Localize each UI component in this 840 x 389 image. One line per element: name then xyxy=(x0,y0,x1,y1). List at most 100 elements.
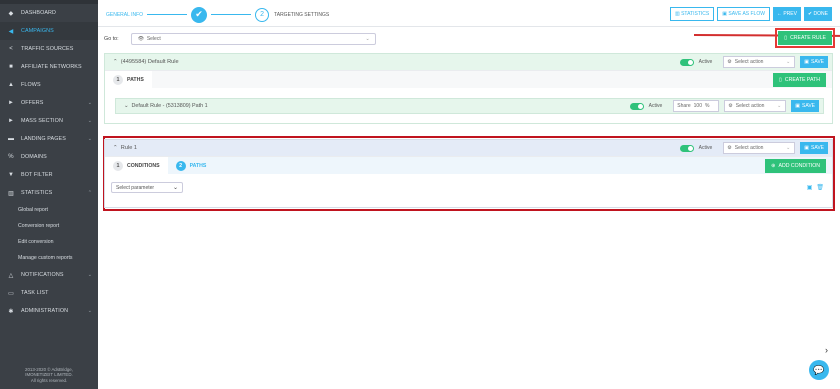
sidebar-item-label: OFFERS xyxy=(21,100,44,106)
chevron-down-icon: ⌄ xyxy=(124,103,132,109)
sidebar-item-domains[interactable]: % DOMAINS xyxy=(0,148,98,166)
sidebar-item-statistics[interactable]: ▥ STATISTICS ⌃ xyxy=(0,184,98,202)
save-path-button[interactable]: ▣ SAVE xyxy=(791,100,819,112)
path-row[interactable]: ⌄ Default Rule - (5313809) Path 1 Active… xyxy=(115,98,824,114)
share-input[interactable]: Share 100% xyxy=(673,100,720,112)
sidebar-item-mass-section[interactable]: ► MASS SECTION ⌄ xyxy=(0,112,98,130)
sidebar-item-task-list[interactable]: ▭ TASK LIST xyxy=(0,284,98,302)
wizard-step-targeting-settings[interactable]: TARGETING SETTINGS xyxy=(274,12,329,18)
tab-conditions[interactable]: 1 CONDITIONS xyxy=(105,156,168,175)
campaigns-icon: ◀ xyxy=(8,28,14,35)
sidebar-item-affiliate-networks[interactable]: ■ AFFILIATE NETWORKS xyxy=(0,58,98,76)
statistics-button[interactable]: ▥ STATISTICS xyxy=(669,7,715,21)
chevron-down-icon: ⌄ xyxy=(87,118,92,124)
select-parameter-value: Select parameter xyxy=(116,184,155,191)
share-value: 100 xyxy=(693,103,702,109)
tab-number: 2 xyxy=(175,160,186,171)
goto-label: Go to: xyxy=(104,36,119,42)
statistics-button-label: STATISTICS xyxy=(681,11,710,17)
briefcase-icon: ■ xyxy=(9,64,13,70)
save-icon: ▣ xyxy=(795,103,801,109)
sidebar-item-label: LANDING PAGES xyxy=(21,136,66,142)
active-toggle[interactable] xyxy=(679,144,694,152)
chevron-up-icon: ⌃ xyxy=(113,145,121,151)
add-condition-button[interactable]: ⊕ ADD CONDITION xyxy=(765,159,826,173)
sidebar-footer: 2013-2020 © AdsBridge, IMONETIZEIT LIMIT… xyxy=(0,367,98,383)
select-action-dropdown[interactable]: ⚙ Select action ⌄ xyxy=(723,142,796,154)
wizard-step-line xyxy=(147,14,188,15)
gear-icon: ✱ xyxy=(8,308,14,315)
sidebar-item-dashboard[interactable]: ◆ DASHBOARD xyxy=(0,4,98,22)
save-label: SAVE xyxy=(811,145,824,151)
sidebar-subitem-conversion-report[interactable]: Conversion report xyxy=(0,218,98,234)
chat-icon[interactable]: 💬 xyxy=(809,360,829,380)
path-title: Default Rule - (5313809) Path 1 xyxy=(131,103,208,109)
create-rule-label: CREATE RULE xyxy=(790,35,826,41)
bar-chart-icon: ▥ xyxy=(8,190,14,197)
tab-label: PATHS xyxy=(127,76,144,83)
active-toggle[interactable] xyxy=(679,58,694,66)
default-rule-tabs: 1 PATHS ▯ CREATE PATH xyxy=(105,70,832,89)
check-icon: ✔ xyxy=(191,6,208,23)
sidebar-item-campaigns[interactable]: ◀ CAMPAIGNS xyxy=(0,22,98,40)
sidebar-item-label: DOMAINS xyxy=(21,154,47,160)
prev-button[interactable]: ← PREV xyxy=(772,7,801,21)
footer-line: All rights reserved. xyxy=(30,377,68,383)
sidebar-item-offers[interactable]: ► OFFERS ⌄ xyxy=(0,94,98,112)
sidebar: ◆ DASHBOARD ◀ CAMPAIGNS < TRAFFIC SOURCES ■… xyxy=(0,0,98,389)
active-label: Active xyxy=(698,59,713,65)
sidebar-subitem-custom-reports[interactable]: Manage custom reports xyxy=(0,250,98,266)
sidebar-item-bot-filter[interactable]: ▼ BOT FILTER xyxy=(0,166,98,184)
save-label: SAVE xyxy=(802,103,815,109)
select-parameter-dropdown[interactable]: Select parameter ⌄ xyxy=(111,182,183,193)
save-icon[interactable]: ▣ xyxy=(807,184,813,191)
chevron-down-icon: ⌄ xyxy=(87,272,92,278)
sidebar-subitem-edit-conversion[interactable]: Edit conversion xyxy=(0,234,98,250)
sidebar-item-landing-pages[interactable]: ▬ LANDING PAGES ⌄ xyxy=(0,130,98,148)
chevron-down-icon: ⌄ xyxy=(172,185,178,191)
active-toggle[interactable] xyxy=(629,102,644,110)
sidebar-item-notifications[interactable]: △ NOTIFICATIONS ⌄ xyxy=(0,266,98,284)
sidebar-item-administration[interactable]: ✱ ADMINISTRATION ⌄ xyxy=(0,302,98,320)
select-action-value: Select action xyxy=(735,103,765,109)
save-icon: ▣ xyxy=(804,145,810,151)
goto-select[interactable]: 👁 Select ⌄ xyxy=(130,33,376,45)
default-rule-header[interactable]: ⌃ (4495584) Default Rule Active ⚙ Select … xyxy=(105,54,832,70)
default-rule-panel: ⌃ (4495584) Default Rule Active ⚙ Select … xyxy=(104,53,833,124)
chevron-down-icon: ⌄ xyxy=(365,36,370,42)
sidebar-item-label: DASHBOARD xyxy=(21,10,57,16)
gears-icon: ⚙ xyxy=(728,103,733,109)
save-as-flow-button[interactable]: ▣ SAVE AS FLOW xyxy=(717,7,770,21)
select-action-dropdown[interactable]: ⚙ Select action ⌄ xyxy=(723,56,796,68)
default-rule-controls: Active ⚙ Select action ⌄ ▣ SAVE xyxy=(679,56,828,68)
gears-icon: ⚙ xyxy=(727,145,732,151)
wizard-step-general-info[interactable]: GENERAL INFO xyxy=(106,12,143,18)
sitemap-icon: ▲ xyxy=(7,82,15,88)
sidebar-item-label: STATISTICS xyxy=(21,190,53,196)
share-unit: % xyxy=(704,103,710,109)
sidebar-item-traffic-sources[interactable]: < TRAFFIC SOURCES xyxy=(0,40,98,58)
save-rule-button[interactable]: ▣ SAVE xyxy=(800,142,828,154)
create-rule-button[interactable]: ▯ CREATE RULE xyxy=(778,31,832,45)
wizard-step-number: 2 xyxy=(255,7,270,22)
tab-paths[interactable]: 2 PATHS xyxy=(168,157,215,175)
rule1-panel: ⌃ Rule 1 Active ⚙ Select action ⌄ ▣ SAVE 1C… xyxy=(104,139,833,208)
create-path-button[interactable]: ▯ CREATE PATH xyxy=(772,73,826,87)
tab-number: 1 xyxy=(113,160,123,171)
main-content: GENERAL INFO ✔ 2 TARGETING SETTINGS ▥ ST… xyxy=(98,0,840,389)
tab-label: CONDITIONS xyxy=(127,162,160,169)
trash-icon[interactable]: 🗑 xyxy=(816,184,824,191)
done-button[interactable]: ✔ DONE xyxy=(803,7,832,21)
path-controls: Active Share 100% ⚙ Select action ⌄ ▣ SAVE xyxy=(629,100,819,112)
tab-paths[interactable]: 1 PATHS xyxy=(105,70,152,89)
list-icon: ▬ xyxy=(7,136,15,142)
toolbar: ▥ STATISTICS ▣ SAVE AS FLOW ← PREV ✔ DON… xyxy=(669,7,832,21)
save-rule-button[interactable]: ▣ SAVE xyxy=(800,56,828,68)
save-label: SAVE xyxy=(811,59,824,65)
rule1-header[interactable]: ⌃ Rule 1 Active ⚙ Select action ⌄ ▣ SAVE xyxy=(105,140,832,156)
share-label: Share xyxy=(677,103,691,109)
chevron-right-icon[interactable]: › xyxy=(825,345,828,355)
sidebar-subitem-global-report[interactable]: Global report xyxy=(0,202,98,218)
select-action-dropdown[interactable]: ⚙ Select action ⌄ xyxy=(724,100,787,112)
sidebar-item-flows[interactable]: ▲ FLOWS xyxy=(0,76,98,94)
